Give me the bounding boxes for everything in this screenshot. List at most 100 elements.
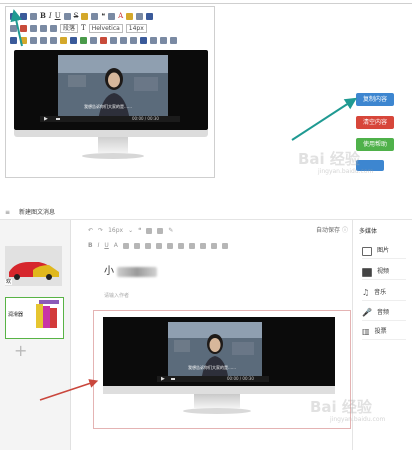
autosave-toggle[interactable]: 自动保存 ⓘ [316, 227, 348, 234]
clear-icon[interactable] [20, 24, 27, 32]
font-family-select[interactable]: Helvetica [88, 23, 123, 33]
italic-icon[interactable]: I [49, 12, 52, 20]
menu-icon[interactable]: ≡ [5, 209, 10, 216]
background-icon[interactable] [140, 36, 147, 44]
article-title-input[interactable]: 小 [104, 266, 114, 278]
indent-icon[interactable] [10, 24, 17, 32]
progress-bar[interactable] [56, 118, 60, 120]
play-icon[interactable]: ▶ [161, 376, 165, 382]
video-controls[interactable]: ▶ 00:00 / 00:30 [40, 116, 180, 122]
article-toolbar-row-1: ↶ ↷ 16px ⌄ ❝ ✎ [88, 225, 173, 237]
emotion-icon[interactable] [60, 36, 67, 44]
clear-format-icon[interactable] [157, 228, 164, 234]
video-frame-image [58, 55, 168, 121]
table-icon[interactable] [30, 36, 37, 44]
font-color-icon[interactable]: A [118, 12, 123, 20]
pagebreak-icon[interactable] [120, 36, 127, 44]
link-icon[interactable] [10, 36, 17, 44]
article-thumb-1[interactable]: 欢 [5, 246, 62, 286]
media-item-image[interactable]: 图片 [362, 244, 406, 259]
undo-icon[interactable] [20, 12, 27, 20]
help-circle-icon[interactable]: ⓘ [342, 227, 348, 234]
media-item-vote[interactable]: ▥ 投票 [362, 325, 406, 340]
monitor-stand [98, 137, 128, 153]
media-item-audio[interactable]: 🎤 音频 [362, 306, 406, 321]
highlight-icon[interactable] [126, 12, 134, 20]
help-button[interactable]: 使用帮助 [356, 138, 394, 151]
gmap-icon[interactable] [100, 36, 107, 44]
map-icon[interactable] [90, 36, 97, 44]
underline-icon[interactable]: U [104, 242, 108, 250]
video-player[interactable]: 我想告诉你们大家的是…… [168, 322, 262, 382]
source-icon[interactable] [10, 12, 17, 20]
monitor-bezel [103, 386, 335, 394]
undo-icon[interactable]: ↶ [88, 227, 93, 235]
list-icon[interactable] [136, 12, 144, 20]
fullscreen-icon[interactable] [146, 12, 154, 20]
video-controls[interactable]: ▶ 00:00 / 00:30 [157, 376, 269, 382]
author-input[interactable]: 请输入作者 [104, 293, 129, 299]
underline-icon[interactable]: U [55, 12, 61, 20]
paste-plain-icon[interactable] [108, 12, 116, 20]
hr-icon[interactable] [146, 228, 153, 234]
table-icon[interactable] [210, 243, 217, 249]
watermark-brand: Bai 经验 [310, 398, 372, 416]
media-item-label: 图片 [377, 247, 390, 254]
font-size-select[interactable]: 16px [108, 227, 123, 235]
font-family-label-icon: T [81, 24, 86, 32]
spechars-icon[interactable] [170, 36, 177, 44]
media-item-music[interactable]: ♫ 音乐 [362, 286, 406, 301]
clear-content-button[interactable]: 清空内容 [356, 116, 394, 129]
dropdown-icon[interactable]: ⌄ [128, 227, 133, 235]
bold-icon[interactable]: B [40, 12, 46, 20]
editor-toolbar-row-2: 段落 T Helvetica 14px [10, 22, 147, 34]
time-icon[interactable] [160, 36, 167, 44]
video-player[interactable]: 我想告诉你们大家的是…… [58, 55, 168, 121]
iframe-icon[interactable] [110, 36, 117, 44]
date-icon[interactable] [150, 36, 157, 44]
media-item-label: 音乐 [374, 289, 387, 296]
add-article-button[interactable]: + [14, 343, 27, 359]
format-brush-icon[interactable] [81, 12, 89, 20]
image-icon[interactable] [20, 36, 27, 44]
align-center-icon[interactable] [144, 243, 151, 249]
directionality-icon[interactable] [50, 24, 57, 32]
justify-icon[interactable] [166, 243, 173, 249]
blockquote-icon[interactable]: ❝ [101, 12, 105, 20]
style-select[interactable]: 段落 [60, 23, 79, 33]
format-brush-icon[interactable]: ✎ [168, 227, 173, 235]
insert-code-icon[interactable] [50, 36, 57, 44]
top-divider [0, 3, 412, 4]
unordered-list-icon[interactable] [199, 243, 206, 249]
music-icon: ♫ [362, 288, 370, 297]
align-icon[interactable] [30, 24, 37, 32]
bold-icon[interactable]: B [88, 242, 93, 250]
strikethrough-icon[interactable]: S [74, 12, 79, 20]
italic-icon[interactable]: I [98, 242, 100, 250]
copy-content-button[interactable]: 复制内容 [356, 93, 394, 106]
linespacing-icon[interactable] [40, 24, 47, 32]
progress-bar[interactable] [171, 378, 175, 380]
font-color-icon[interactable]: A [114, 242, 118, 250]
align-left-icon[interactable] [133, 243, 140, 249]
anchor-icon[interactable] [40, 36, 47, 44]
article-thumb-2-selected[interactable]: 润滑器 [5, 297, 64, 339]
music-icon[interactable] [80, 36, 87, 44]
redo-icon[interactable] [30, 12, 37, 20]
align-right-icon[interactable] [155, 243, 162, 249]
font-size-select[interactable]: 14px [125, 23, 147, 33]
media-item-label: 投票 [374, 328, 387, 335]
remove-format-icon[interactable] [91, 12, 99, 20]
emoji-icon[interactable] [221, 243, 228, 249]
video-insert-icon[interactable] [70, 36, 77, 44]
template-icon[interactable] [130, 36, 137, 44]
redo-icon[interactable]: ↷ [98, 227, 103, 235]
article-toolbar-row-2: B I U A [88, 240, 228, 252]
quote-icon[interactable]: ❝ [138, 227, 141, 235]
bg-color-icon[interactable] [122, 243, 129, 249]
ordered-list-icon[interactable] [188, 243, 195, 249]
indent-icon[interactable] [177, 243, 184, 249]
play-icon[interactable]: ▶ [44, 116, 48, 122]
fontborder-icon[interactable] [63, 12, 71, 20]
media-item-video[interactable]: 视频 [362, 265, 406, 280]
